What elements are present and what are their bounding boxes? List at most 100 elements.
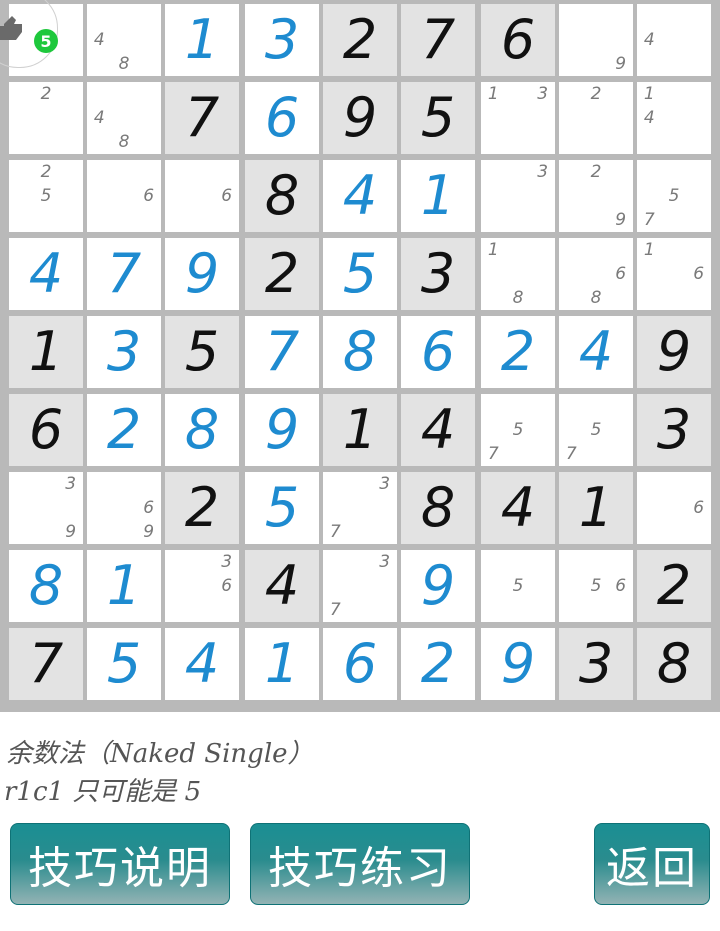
- cell-r1c6[interactable]: 7: [401, 4, 475, 76]
- cell-r1c2[interactable]: 48: [87, 4, 161, 76]
- cell-digit: 1: [264, 632, 300, 695]
- cell-r6c9[interactable]: 3: [637, 394, 711, 466]
- cell-r5c2[interactable]: 3: [87, 316, 161, 388]
- cell-r4c7[interactable]: 18: [481, 238, 555, 310]
- cell-r2c2[interactable]: 48: [87, 82, 161, 154]
- cell-digit: 9: [500, 632, 536, 695]
- cell-r6c5[interactable]: 1: [323, 394, 397, 466]
- cell-r6c3[interactable]: 8: [165, 394, 239, 466]
- cell-r2c4[interactable]: 6: [245, 82, 319, 154]
- cell-r7c5[interactable]: 37: [323, 472, 397, 544]
- cell-r6c1[interactable]: 6: [9, 394, 83, 466]
- cell-r9c9[interactable]: 8: [637, 628, 711, 700]
- cell-r5c4[interactable]: 7: [245, 316, 319, 388]
- cell-r3c7[interactable]: 3: [481, 160, 555, 232]
- candidate-mark: 6: [221, 185, 233, 206]
- cell-r3c8[interactable]: 29: [559, 160, 633, 232]
- cell-r9c1[interactable]: 7: [9, 628, 83, 700]
- cell-r3c5[interactable]: 4: [323, 160, 397, 232]
- sudoku-board: 4813276942487695132142566841329574792531…: [0, 0, 720, 712]
- cell-r4c2[interactable]: 7: [87, 238, 161, 310]
- cell-r4c3[interactable]: 9: [165, 238, 239, 310]
- cell-r5c8[interactable]: 4: [559, 316, 633, 388]
- cell-r7c4[interactable]: 5: [245, 472, 319, 544]
- cell-r8c6[interactable]: 9: [401, 550, 475, 622]
- cell-r6c4[interactable]: 9: [245, 394, 319, 466]
- technique-explain-button[interactable]: 技巧说明: [10, 823, 230, 905]
- cell-r8c4[interactable]: 4: [245, 550, 319, 622]
- cell-r8c5[interactable]: 37: [323, 550, 397, 622]
- cell-r9c4[interactable]: 1: [245, 628, 319, 700]
- cell-r4c8[interactable]: 68: [559, 238, 633, 310]
- cell-r4c1[interactable]: 4: [9, 238, 83, 310]
- cell-r8c3[interactable]: 36: [165, 550, 239, 622]
- cell-r7c2[interactable]: 69: [87, 472, 161, 544]
- cell-r1c8[interactable]: 9: [559, 4, 633, 76]
- cell-r9c6[interactable]: 2: [401, 628, 475, 700]
- technique-practice-button[interactable]: 技巧练习: [250, 823, 470, 905]
- cell-r9c7[interactable]: 9: [481, 628, 555, 700]
- cell-r7c1[interactable]: 39: [9, 472, 83, 544]
- cell-r2c7[interactable]: 13: [481, 82, 555, 154]
- cell-r4c9[interactable]: 16: [637, 238, 711, 310]
- cell-digit: 2: [106, 398, 142, 461]
- cell-r1c9[interactable]: 4: [637, 4, 711, 76]
- cell-r2c6[interactable]: 5: [401, 82, 475, 154]
- cell-r2c1[interactable]: 2: [9, 82, 83, 154]
- cell-r9c3[interactable]: 4: [165, 628, 239, 700]
- cell-r2c8[interactable]: 2: [559, 82, 633, 154]
- cell-r6c2[interactable]: 2: [87, 394, 161, 466]
- cell-r8c8[interactable]: 56: [559, 550, 633, 622]
- cell-r8c2[interactable]: 1: [87, 550, 161, 622]
- cell-r4c5[interactable]: 5: [323, 238, 397, 310]
- cell-r1c5[interactable]: 2: [323, 4, 397, 76]
- hint-hand-icon[interactable]: [0, 10, 34, 50]
- cell-r2c3[interactable]: 7: [165, 82, 239, 154]
- cell-r9c8[interactable]: 3: [559, 628, 633, 700]
- cell-digit: 7: [184, 86, 220, 149]
- cell-digit: 2: [500, 320, 536, 383]
- cell-r5c6[interactable]: 6: [401, 316, 475, 388]
- cell-r3c1[interactable]: 25: [9, 160, 83, 232]
- cell-r3c2[interactable]: 6: [87, 160, 161, 232]
- cell-r7c7[interactable]: 4: [481, 472, 555, 544]
- cell-r3c3[interactable]: 6: [165, 160, 239, 232]
- cell-r9c2[interactable]: 5: [87, 628, 161, 700]
- candidate-mark: 6: [693, 263, 705, 284]
- cell-r8c7[interactable]: 5: [481, 550, 555, 622]
- cell-r5c3[interactable]: 5: [165, 316, 239, 388]
- back-button[interactable]: 返回: [594, 823, 710, 905]
- cell-r1c7[interactable]: 6: [481, 4, 555, 76]
- cell-digit: 2: [342, 8, 378, 71]
- cell-digit: 1: [342, 398, 378, 461]
- cell-r1c4[interactable]: 3: [245, 4, 319, 76]
- cell-digit: 1: [106, 554, 142, 617]
- cell-r8c9[interactable]: 2: [637, 550, 711, 622]
- cell-r3c9[interactable]: 57: [637, 160, 711, 232]
- cell-r7c3[interactable]: 2: [165, 472, 239, 544]
- cell-r5c5[interactable]: 8: [323, 316, 397, 388]
- cell-r9c5[interactable]: 6: [323, 628, 397, 700]
- candidate-mark: 1: [643, 83, 655, 104]
- cell-r6c6[interactable]: 4: [401, 394, 475, 466]
- cell-r4c4[interactable]: 2: [245, 238, 319, 310]
- cell-r5c9[interactable]: 9: [637, 316, 711, 388]
- cell-r5c1[interactable]: 1: [9, 316, 83, 388]
- cell-r7c9[interactable]: 6: [637, 472, 711, 544]
- cell-r3c4[interactable]: 8: [245, 160, 319, 232]
- cell-r4c6[interactable]: 3: [401, 238, 475, 310]
- cell-digit: 2: [184, 476, 220, 539]
- cell-r6c7[interactable]: 57: [481, 394, 555, 466]
- cell-r3c6[interactable]: 1: [401, 160, 475, 232]
- cell-digit: 7: [264, 320, 300, 383]
- cell-r7c6[interactable]: 8: [401, 472, 475, 544]
- cell-r2c5[interactable]: 9: [323, 82, 397, 154]
- candidate-mark: 7: [329, 521, 341, 542]
- cell-r1c3[interactable]: 1: [165, 4, 239, 76]
- cell-r2c9[interactable]: 14: [637, 82, 711, 154]
- cell-digit: 9: [420, 554, 456, 617]
- cell-r6c8[interactable]: 57: [559, 394, 633, 466]
- cell-r7c8[interactable]: 1: [559, 472, 633, 544]
- cell-r8c1[interactable]: 8: [9, 550, 83, 622]
- cell-r5c7[interactable]: 2: [481, 316, 555, 388]
